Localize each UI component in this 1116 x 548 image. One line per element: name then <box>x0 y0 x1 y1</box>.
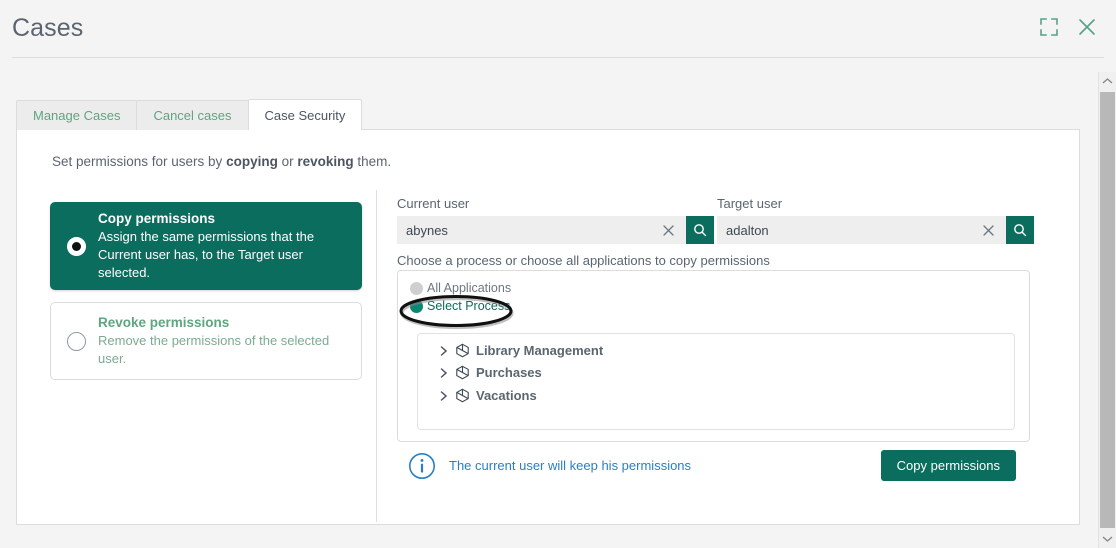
radio-label: All Applications <box>427 281 512 295</box>
scroll-up-button[interactable] <box>1099 72 1116 90</box>
option-description: Assign the same permissions that the Cur… <box>98 229 315 280</box>
target-user-input[interactable] <box>717 216 1006 244</box>
tree-item-label: Library Management <box>476 343 604 358</box>
tree-item-label: Purchases <box>476 365 542 380</box>
intro-text: Set permissions for users by copying or … <box>52 154 391 169</box>
radio-indicator <box>410 299 423 313</box>
process-tree: Library Management Purchases Vacations <box>417 333 1015 430</box>
copy-permissions-button[interactable]: Copy permissions <box>880 450 1016 481</box>
vertical-scrollbar[interactable] <box>1098 72 1116 548</box>
intro-middle: or <box>277 154 298 169</box>
chevron-right-icon[interactable] <box>438 344 450 358</box>
radio-select-process[interactable]: Select Process <box>410 299 510 313</box>
radio-revoke-permissions[interactable] <box>67 331 86 351</box>
scrollbar-thumb[interactable] <box>1100 92 1115 528</box>
chevron-right-icon[interactable] <box>438 389 450 403</box>
tab-bar: Manage Cases Cancel cases Case Security <box>16 99 363 130</box>
column-divider <box>376 190 377 522</box>
current-user-input[interactable] <box>397 216 686 244</box>
radio-indicator <box>410 281 423 295</box>
intro-bold-copying: copying <box>226 154 278 169</box>
header-actions <box>1038 16 1098 38</box>
radio-all-applications[interactable]: All Applications <box>410 281 511 295</box>
process-cube-icon <box>455 365 470 380</box>
search-target-user-button[interactable] <box>1006 216 1034 244</box>
tree-item-library-management[interactable]: Library Management <box>438 343 603 358</box>
action-footer: The current user will keep his permissio… <box>397 450 1030 484</box>
page-header: Cases <box>0 0 1116 58</box>
tab-cancel-cases[interactable]: Cancel cases <box>136 100 249 130</box>
process-cube-icon <box>455 388 470 403</box>
target-user-field <box>717 216 1034 244</box>
option-copy-permissions[interactable]: Copy permissions Assign the same permiss… <box>50 202 362 290</box>
current-user-field <box>397 216 714 244</box>
target-user-label: Target user <box>717 196 783 211</box>
choose-process-label: Choose a process or choose all applicati… <box>397 253 770 268</box>
header-divider <box>12 57 1104 58</box>
tree-item-purchases[interactable]: Purchases <box>438 365 542 380</box>
radio-label: Select Process <box>427 299 511 313</box>
tab-label: Manage Cases <box>33 108 121 123</box>
expand-icon[interactable] <box>1038 16 1060 38</box>
tree-item-label: Vacations <box>476 388 537 403</box>
current-user-label: Current user <box>397 196 470 211</box>
info-message: The current user will keep his permissio… <box>449 458 692 473</box>
intro-suffix: them. <box>353 154 392 169</box>
content-card: Set permissions for users by copying or … <box>16 129 1080 525</box>
page-title: Cases <box>12 14 84 42</box>
scroll-down-button[interactable] <box>1099 530 1116 548</box>
radio-copy-permissions[interactable] <box>67 236 86 256</box>
clear-target-user-icon[interactable] <box>976 216 1000 244</box>
close-icon[interactable] <box>1076 16 1098 38</box>
clear-current-user-icon[interactable] <box>656 216 680 244</box>
tab-label: Cancel cases <box>153 108 232 123</box>
intro-prefix: Set permissions for users by <box>52 154 227 169</box>
process-cube-icon <box>455 343 470 358</box>
tab-case-security[interactable]: Case Security <box>247 99 363 130</box>
option-title: Revoke permissions <box>98 315 230 330</box>
option-description: Remove the permissions of the selected u… <box>98 333 330 366</box>
info-icon <box>408 452 436 480</box>
option-title: Copy permissions <box>98 211 216 226</box>
app-root: Cases Manage Cases Cancel cases Case Sec… <box>0 0 1116 548</box>
process-panel: All Applications Select Process Library … <box>397 270 1030 442</box>
intro-bold-revoking: revoking <box>297 154 354 169</box>
right-column: Current user abynes Target user adalton … <box>397 130 1062 526</box>
option-revoke-permissions[interactable]: Revoke permissions Remove the permission… <box>50 302 362 380</box>
chevron-right-icon[interactable] <box>438 366 450 380</box>
tab-manage-cases[interactable]: Manage Cases <box>16 100 138 130</box>
search-current-user-button[interactable] <box>686 216 714 244</box>
tab-label: Case Security <box>264 107 346 123</box>
tree-item-vacations[interactable]: Vacations <box>438 388 537 403</box>
